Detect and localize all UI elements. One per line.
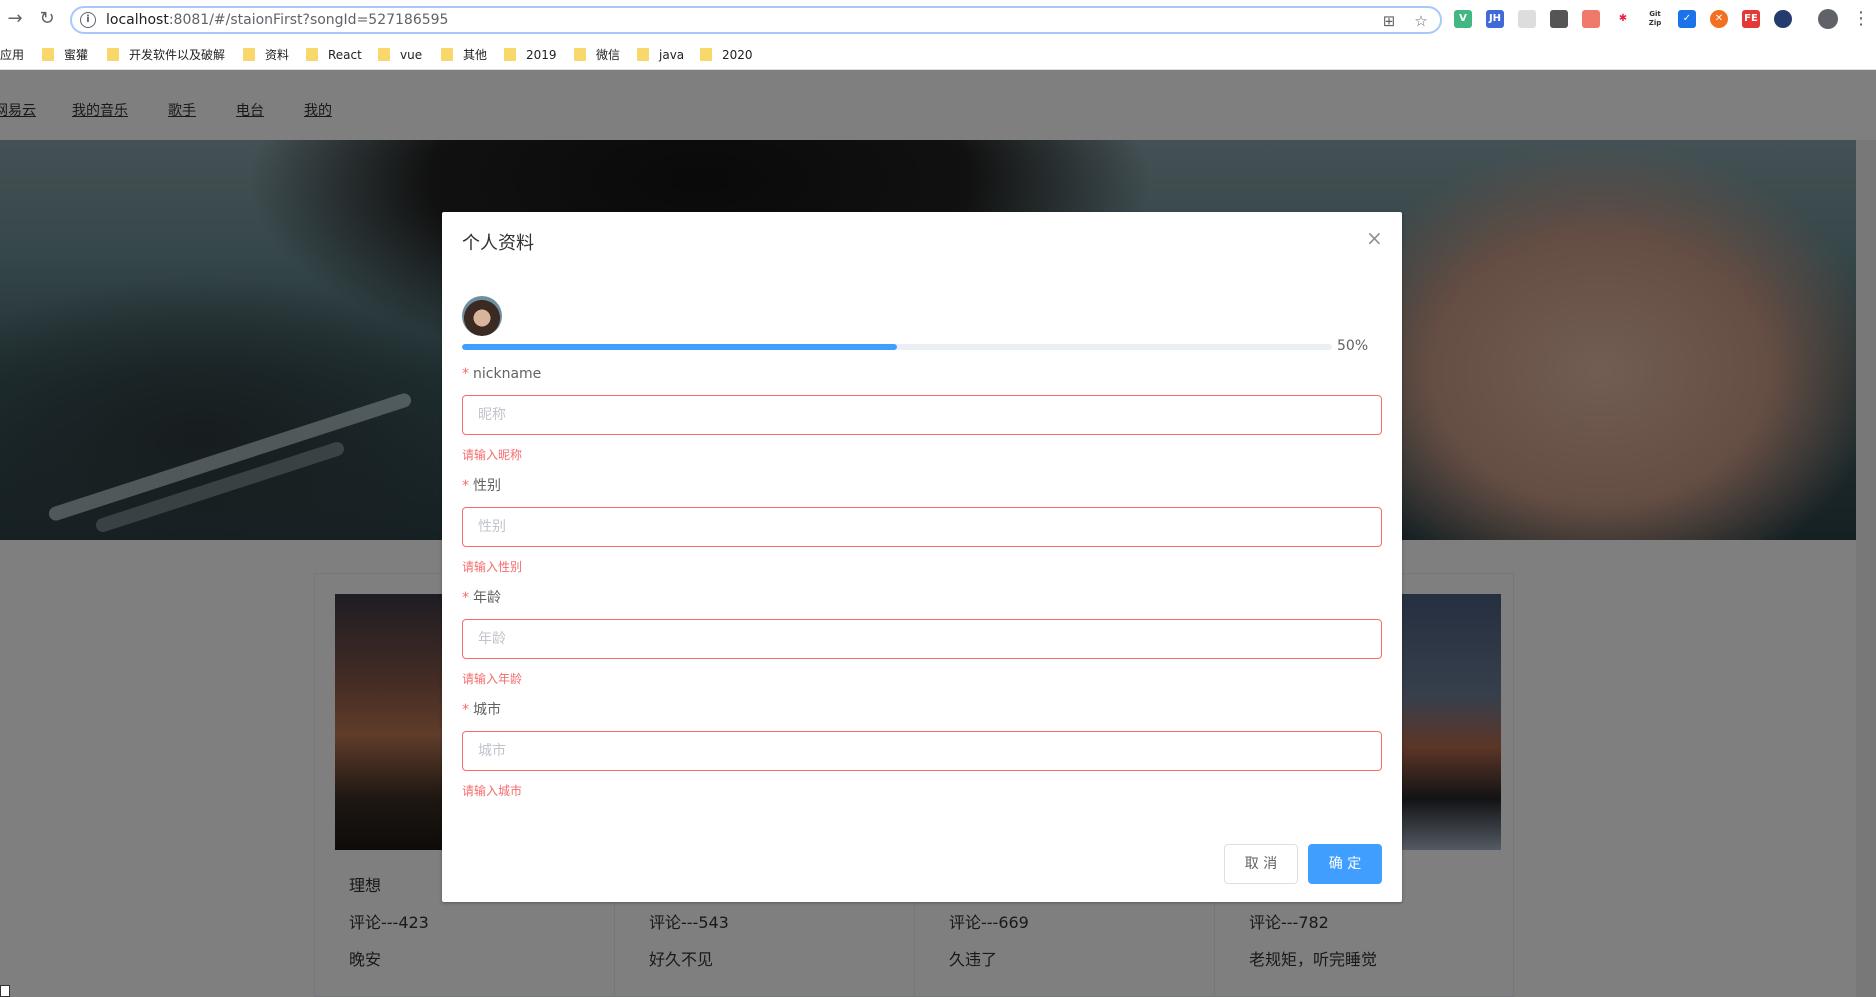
dialog-title: 个人资料	[462, 233, 534, 254]
close-icon[interactable]: ×	[1366, 226, 1383, 250]
save-icon[interactable]: ✓	[1678, 10, 1696, 28]
jh-extension-icon[interactable]: JH	[1486, 10, 1504, 28]
avatar[interactable]	[462, 296, 502, 336]
folder-icon	[574, 48, 586, 61]
extension-icon[interactable]: ✕	[1710, 10, 1728, 28]
folder-icon	[107, 48, 119, 61]
folder-icon	[637, 48, 649, 61]
profile-dialog: 个人资料 × 50% *nickname 请输入昵称 *性别 请输入性别 *年龄…	[442, 212, 1402, 902]
reload-icon[interactable]: ↻	[36, 8, 58, 30]
gender-label: * 性别	[462, 478, 501, 494]
address-bar[interactable]: i localhost:8081/#/staionFirst?songId=52…	[70, 6, 1442, 34]
progress-fill	[462, 344, 897, 350]
star-icon[interactable]: ☆	[1411, 11, 1431, 31]
gender-error: 请输入性别	[462, 560, 523, 574]
bookmark-item[interactable]: 微信	[574, 45, 620, 65]
city-input[interactable]	[462, 731, 1382, 771]
folder-icon	[441, 48, 453, 61]
extension-icon[interactable]	[1774, 10, 1792, 28]
city-label: * 城市	[462, 702, 501, 718]
age-error: 请输入年龄	[462, 672, 523, 686]
folder-icon	[306, 48, 318, 61]
age-label: * 年龄	[462, 590, 501, 606]
nickname-label: * nickname	[462, 366, 542, 382]
upload-progress	[462, 344, 1332, 350]
folder-icon	[700, 48, 712, 61]
vue-devtools-icon[interactable]: V	[1454, 10, 1472, 28]
folder-icon	[378, 48, 390, 61]
nickname-error: 请输入昵称	[462, 448, 523, 462]
bookmark-item[interactable]: 2020	[700, 45, 753, 65]
bookmark-item[interactable]: 蜜獾	[42, 45, 88, 65]
bookmark-item[interactable]: vue	[378, 45, 422, 65]
bookmark-item[interactable]: 开发软件以及破解	[107, 45, 225, 65]
bookmark-item[interactable]: java	[637, 45, 684, 65]
progress-percent: 50%	[1337, 338, 1369, 354]
bookmark-item[interactable]: React	[306, 45, 362, 65]
folder-icon	[243, 48, 255, 61]
gender-input[interactable]	[462, 507, 1382, 547]
browser-toolbar: → ↻ i localhost:8081/#/staionFirst?songI…	[0, 0, 1876, 40]
pinwheel-icon[interactable]: ✱	[1614, 10, 1632, 28]
nickname-input[interactable]	[462, 395, 1382, 435]
folder-icon	[504, 48, 516, 61]
bookmarks-bar: 应用 蜜獾 开发软件以及破解 资料 React vue 其他 2019 微信 j…	[0, 40, 1876, 70]
info-icon[interactable]: i	[80, 12, 96, 28]
city-error: 请输入城市	[462, 784, 523, 798]
corner-marker	[0, 985, 10, 997]
forward-icon[interactable]: →	[4, 8, 26, 30]
bookmark-item[interactable]: 资料	[243, 45, 289, 65]
cancel-button[interactable]: 取 消	[1224, 844, 1298, 884]
folder-icon	[42, 48, 54, 61]
menu-icon[interactable]: ⋮	[1852, 8, 1870, 30]
gitzip-icon[interactable]: Git Zip	[1646, 10, 1664, 28]
profile-icon[interactable]	[1818, 9, 1838, 29]
extension-icon[interactable]	[1518, 10, 1536, 28]
url-text[interactable]: localhost:8081/#/staionFirst?songId=5271…	[106, 12, 448, 28]
bookmark-apps[interactable]: 应用	[0, 45, 24, 65]
fe-helper-icon[interactable]: FE	[1742, 10, 1760, 28]
extension-icon[interactable]	[1582, 10, 1600, 28]
bookmark-item[interactable]: 2019	[504, 45, 557, 65]
age-input[interactable]	[462, 619, 1382, 659]
confirm-button[interactable]: 确 定	[1308, 844, 1382, 884]
qr-code-icon[interactable]	[1550, 10, 1568, 28]
translate-icon[interactable]: ⊞	[1379, 11, 1399, 31]
bookmark-item[interactable]: 其他	[441, 45, 487, 65]
